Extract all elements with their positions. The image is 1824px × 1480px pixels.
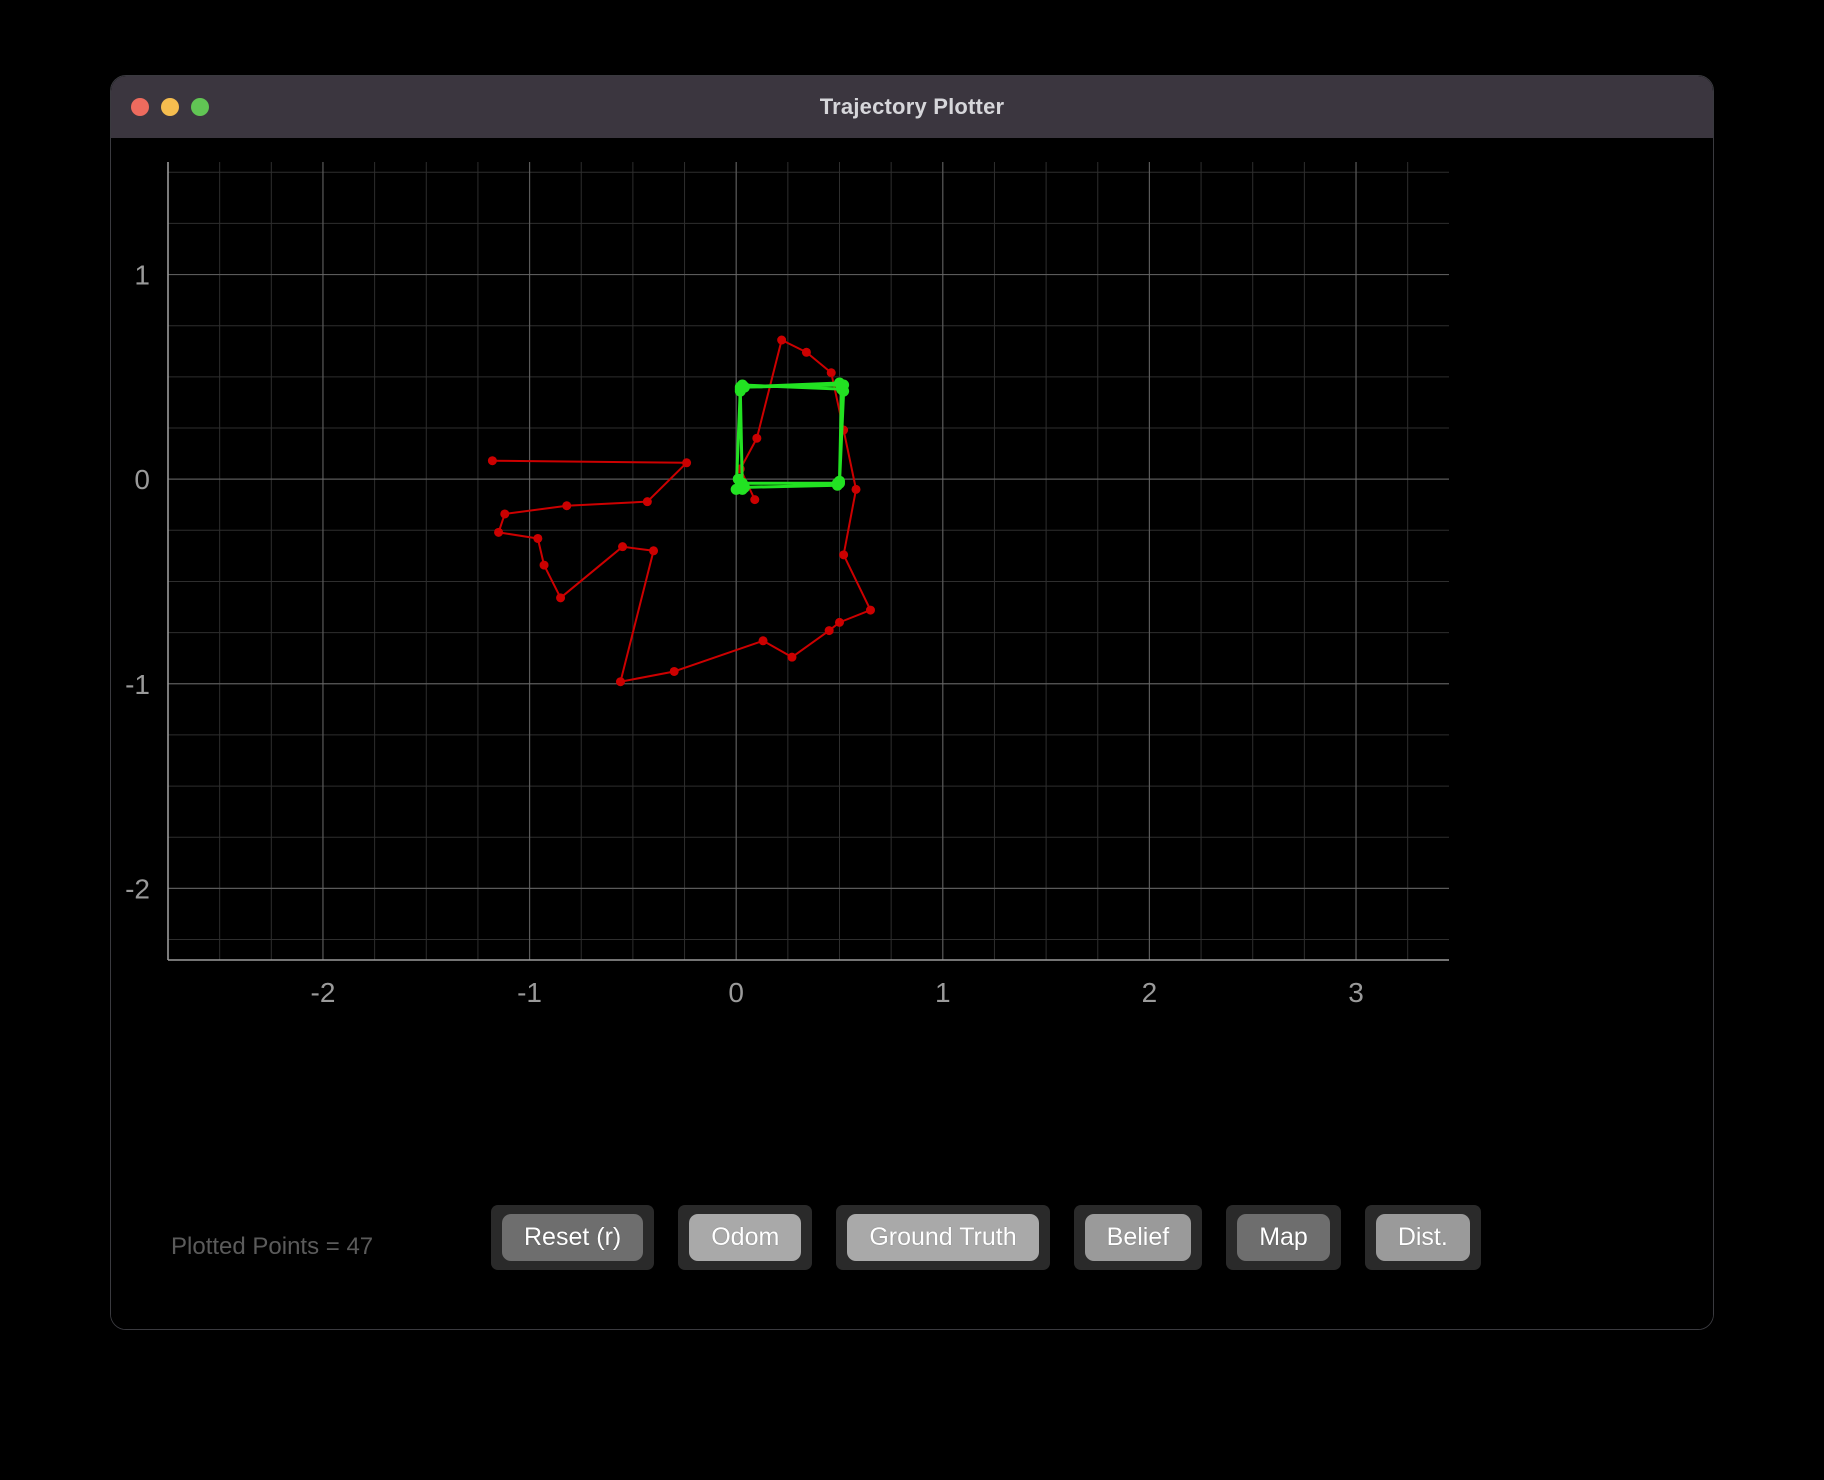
- plotted-points-status: Plotted Points = 47: [171, 1233, 374, 1260]
- app-window: Trajectory Plotter -2 -1 0 1 2 3 1 0 -1 -2 Plotte…: [110, 75, 1714, 1330]
- belief-button[interactable]: Belief: [1084, 1214, 1192, 1261]
- series-marker: [539, 560, 549, 570]
- x-tick-label: 2: [1142, 977, 1158, 1008]
- button-slot-dist: Dist.: [1364, 1205, 1481, 1270]
- series-marker: [669, 666, 679, 676]
- plot-background: [111, 138, 1713, 1173]
- trajectory-plot[interactable]: -2 -1 0 1 2 3 1 0 -1 -2: [111, 138, 1713, 1173]
- button-slot-ground-truth: Ground Truth: [836, 1205, 1050, 1270]
- x-tick-label: 3: [1348, 977, 1364, 1008]
- series-marker: [736, 483, 748, 495]
- series-marker: [839, 550, 849, 560]
- series-marker: [533, 533, 543, 543]
- button-slot-reset: Reset (r): [491, 1205, 655, 1270]
- traffic-light-group: [131, 98, 209, 116]
- zoom-button-icon[interactable]: [191, 98, 209, 116]
- series-marker: [750, 495, 760, 505]
- map-button[interactable]: Map: [1237, 1214, 1330, 1261]
- y-tick-label: -1: [125, 669, 150, 700]
- series-marker: [834, 617, 844, 627]
- odom-button[interactable]: Odom: [689, 1214, 802, 1261]
- minimize-button-icon[interactable]: [161, 98, 179, 116]
- series-marker: [642, 497, 652, 507]
- series-marker: [787, 652, 797, 662]
- series-marker: [618, 542, 628, 552]
- x-tick-label: 1: [935, 977, 951, 1008]
- x-tick-label: 0: [728, 977, 744, 1008]
- reset-button[interactable]: Reset (r): [502, 1214, 644, 1261]
- series-marker: [826, 368, 836, 378]
- x-tick-label: -1: [517, 977, 542, 1008]
- app-root: Trajectory Plotter -2 -1 0 1 2 3 1 0 -1 -2 Plotte…: [0, 0, 1824, 1480]
- y-tick-label: 1: [134, 260, 150, 291]
- series-marker: [752, 433, 762, 443]
- window-titlebar: Trajectory Plotter: [111, 76, 1713, 138]
- series-marker: [801, 347, 811, 357]
- series-marker: [562, 501, 572, 511]
- button-row: Reset (r) Odom Ground Truth Belief Map Dist.: [491, 1205, 1481, 1270]
- series-marker: [824, 626, 834, 636]
- button-slot-map: Map: [1226, 1205, 1341, 1270]
- series-marker: [831, 479, 843, 491]
- x-tick-label: -2: [311, 977, 336, 1008]
- window-body: -2 -1 0 1 2 3 1 0 -1 -2 Plotted Points = 47 Reset…: [111, 138, 1713, 1329]
- window-title: Trajectory Plotter: [819, 94, 1005, 119]
- series-marker: [494, 527, 504, 537]
- series-marker: [865, 605, 875, 615]
- series-marker: [851, 484, 861, 494]
- series-marker: [500, 509, 510, 519]
- series-marker: [487, 456, 497, 466]
- button-slot-odom: Odom: [678, 1205, 813, 1270]
- series-marker: [758, 636, 768, 646]
- series-marker: [615, 677, 625, 687]
- series-marker: [838, 379, 850, 391]
- series-marker: [649, 546, 659, 556]
- y-tick-label: -2: [125, 873, 150, 904]
- series-marker: [556, 593, 566, 603]
- series-marker: [682, 458, 692, 468]
- series-marker: [777, 335, 787, 345]
- y-tick-label: 0: [134, 464, 150, 495]
- series-marker: [738, 381, 750, 393]
- plot-canvas[interactable]: -2 -1 0 1 2 3 1 0 -1 -2: [111, 138, 1713, 1173]
- close-button-icon[interactable]: [131, 98, 149, 116]
- control-bar: Plotted Points = 47 Reset (r) Odom Ground …: [111, 1171, 1713, 1329]
- dist-button[interactable]: Dist.: [1375, 1214, 1470, 1261]
- ground-truth-button[interactable]: Ground Truth: [847, 1214, 1039, 1261]
- button-slot-belief: Belief: [1073, 1205, 1203, 1270]
